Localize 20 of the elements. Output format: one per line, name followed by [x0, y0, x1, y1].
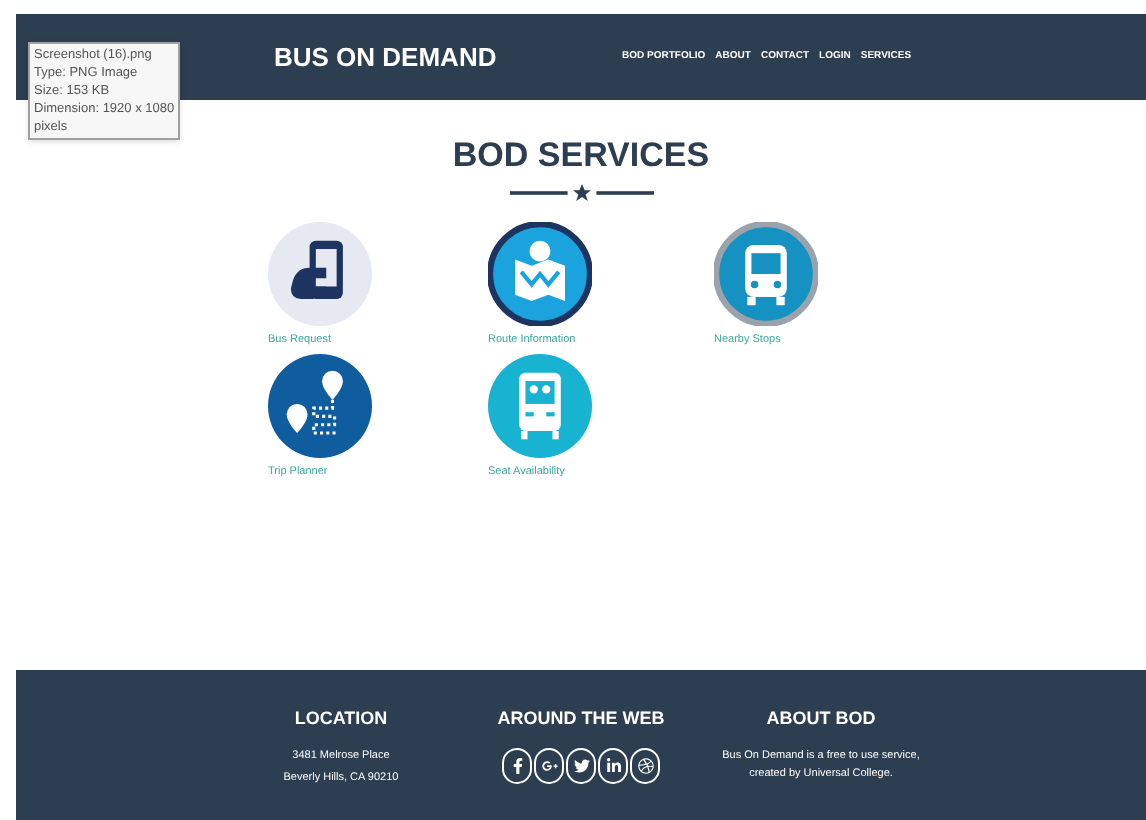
social-button[interactable] [534, 747, 564, 783]
footer-heading: AROUND THE WEB [497, 706, 665, 732]
social-button[interactable] [502, 747, 532, 783]
footer-heading: LOCATION [294, 706, 388, 732]
hand-phone-icon [268, 222, 372, 326]
bus-seats-icon [488, 354, 592, 459]
section-title: BOD SERVICES [452, 138, 710, 172]
map-icon [488, 222, 592, 326]
route-pins-icon [268, 354, 372, 459]
linkedin-icon [605, 757, 621, 773]
bus-icon [714, 222, 818, 326]
social-button[interactable] [566, 747, 596, 783]
social-button[interactable] [598, 747, 628, 783]
footer-heading: ABOUT BOD [766, 706, 876, 732]
bird-icon [573, 757, 589, 773]
facebook-icon [509, 757, 525, 773]
social-button[interactable] [630, 747, 660, 783]
brand-title[interactable]: BUS ON DEMAND [274, 37, 574, 77]
star-divider-icon [509, 184, 653, 202]
google-plus-icon [541, 757, 557, 773]
